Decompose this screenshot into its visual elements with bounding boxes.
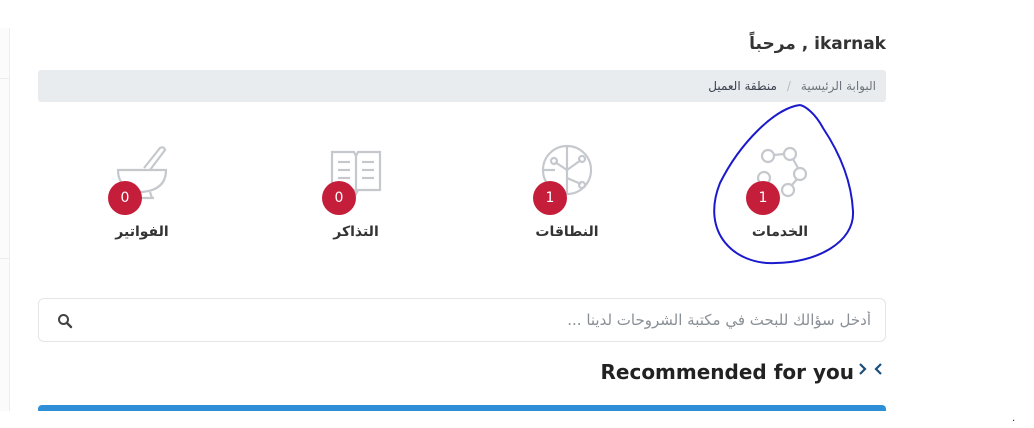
- invoices-count-badge: 0: [108, 181, 142, 215]
- invoices-label: الفواتير: [115, 224, 169, 240]
- breadcrumb-separator: /: [786, 79, 791, 93]
- recommended-title: Recommended for you: [600, 360, 855, 384]
- sidebar-divider: [0, 258, 10, 259]
- tile-services[interactable]: 1 الخدمات: [715, 140, 845, 250]
- services-label: الخدمات: [751, 224, 809, 240]
- tile-invoices[interactable]: 0 الفواتير: [77, 140, 207, 250]
- welcome-heading: مرحباً , ikarnak: [749, 34, 886, 54]
- knowledgebase-search-box: [38, 298, 886, 342]
- left-sidebar-edge: [0, 28, 10, 411]
- breadcrumb-home-link[interactable]: البوابة الرئيسية: [801, 79, 876, 93]
- search-icon[interactable]: [57, 313, 73, 329]
- carousel-arrows-icon[interactable]: [856, 361, 886, 377]
- tickets-label: التذاكر: [333, 224, 379, 240]
- domains-label: النطاقات: [535, 224, 599, 240]
- breadcrumb: البوابة الرئيسية / منطقة العميل: [38, 70, 886, 102]
- breadcrumb-current: منطقة العميل: [708, 79, 777, 93]
- sidebar-divider: [0, 78, 10, 79]
- domains-count-badge: 1: [533, 181, 567, 215]
- recommended-card-top-bar: [38, 405, 886, 411]
- tile-domains[interactable]: 1 النطاقات: [502, 140, 632, 250]
- tickets-count-badge: 0: [322, 181, 356, 215]
- search-input[interactable]: [79, 299, 873, 341]
- corner-mark: ·: [1012, 416, 1016, 427]
- tile-tickets[interactable]: 0 التذاكر: [291, 140, 421, 250]
- services-count-badge: 1: [746, 181, 780, 215]
